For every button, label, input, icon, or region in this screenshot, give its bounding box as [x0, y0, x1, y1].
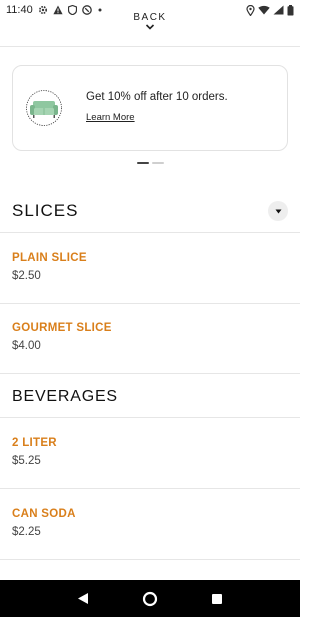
promo-card[interactable]: Get 10% off after 10 orders. Learn More	[12, 65, 288, 151]
collapse-toggle-button[interactable]	[268, 201, 288, 221]
back-icon	[78, 593, 89, 604]
back-label: BACK	[133, 12, 167, 23]
home-icon	[142, 591, 158, 606]
system-nav-bar	[0, 580, 300, 617]
recents-icon	[211, 593, 222, 604]
menu-item-plain-slice[interactable]: PLAIN SLICE $2.50	[0, 252, 300, 282]
item-price: $2.50	[12, 270, 41, 282]
menu-item-gourmet-slice[interactable]: GOURMET SLICE $4.00	[0, 322, 300, 352]
pager-dot-active[interactable]	[136, 162, 149, 164]
sofa-badge-icon	[26, 90, 62, 126]
caret-down-icon	[275, 209, 281, 213]
promo-title: Get 10% off after 10 orders.	[86, 91, 228, 103]
section-title: SLICES	[12, 201, 79, 220]
nav-recents-button[interactable]	[202, 584, 232, 614]
section-title: BEVERAGES	[12, 388, 118, 405]
pager-dot[interactable]	[151, 162, 164, 164]
promo-pager	[0, 162, 300, 164]
item-price: $2.25	[12, 526, 41, 538]
divider	[0, 303, 300, 304]
section-header-beverages: BEVERAGES	[0, 387, 300, 407]
section-header-slices: SLICES	[0, 200, 300, 222]
nav-home-button[interactable]	[135, 584, 165, 614]
header-divider	[0, 46, 300, 47]
promo-text: Get 10% off after 10 orders. Learn More	[86, 91, 228, 125]
item-price: $4.00	[12, 340, 41, 352]
item-name: GOURMET SLICE	[12, 322, 112, 334]
menu-item-2-liter[interactable]: 2 LITER $5.25	[0, 437, 300, 467]
learn-more-link[interactable]: Learn More	[86, 112, 135, 123]
back-button[interactable]: BACK	[0, 10, 300, 30]
nav-back-button[interactable]	[68, 584, 98, 614]
divider	[0, 488, 300, 489]
divider	[0, 232, 300, 233]
item-name: 2 LITER	[12, 437, 57, 449]
divider	[0, 559, 300, 560]
divider	[0, 417, 300, 418]
item-price: $5.25	[12, 455, 41, 467]
menu-item-can-soda[interactable]: CAN SODA $2.25	[0, 508, 300, 538]
item-name: PLAIN SLICE	[12, 252, 87, 264]
item-name: CAN SODA	[12, 508, 76, 520]
chevron-down-icon	[145, 24, 155, 30]
divider	[0, 373, 300, 374]
